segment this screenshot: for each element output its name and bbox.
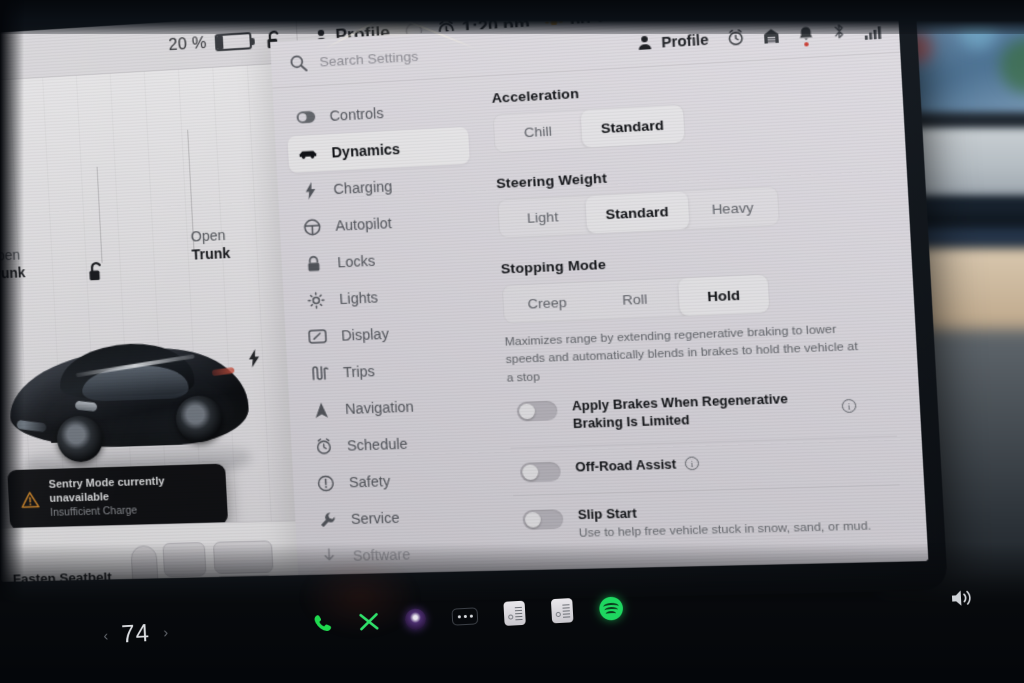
sidebar-item-trips[interactable]: Trips: [299, 349, 482, 392]
sidebar-label: Locks: [336, 252, 376, 271]
temperature-value: 74: [120, 618, 151, 648]
sidebar-label: Controls: [329, 104, 384, 125]
stopping-mode-segmented-control[interactable]: Creep Roll Hold: [501, 273, 771, 325]
search-placeholder: Search Settings: [319, 48, 419, 70]
sidebar-item-navigation[interactable]: Navigation: [301, 386, 484, 429]
sidebar-item-service[interactable]: Service: [307, 497, 490, 539]
alert-title: Sentry Mode currently unavailable: [48, 475, 165, 506]
tesla-x-icon[interactable]: [358, 611, 380, 631]
display-icon: [308, 329, 327, 344]
phone-icon[interactable]: [311, 612, 334, 635]
stopping-option-hold[interactable]: Hold: [678, 274, 770, 316]
car-icon: [298, 148, 317, 160]
acceleration-segmented-control[interactable]: Chill Standard: [492, 103, 686, 154]
app-card-icon[interactable]: [550, 598, 574, 624]
temp-decrease-button[interactable]: ‹: [103, 627, 109, 644]
sidebar-label: Service: [350, 509, 400, 528]
acceleration-title: Acceleration: [491, 85, 580, 106]
steering-weight-title: Steering Weight: [495, 170, 608, 192]
app-card-icon[interactable]: [503, 600, 526, 626]
settings-panel: Search Settings Profile Controls Dynamic…: [270, 4, 929, 576]
more-icon[interactable]: [451, 606, 479, 626]
sidebar-label: Display: [340, 325, 390, 344]
off-road-assist-title: Off-Road Assist: [574, 456, 677, 475]
slip-start-toggle[interactable]: [522, 508, 564, 530]
vehicle-3d-model[interactable]: [0, 317, 264, 484]
stopping-mode-title: Stopping Mode: [500, 256, 607, 277]
acceleration-option-standard[interactable]: Standard: [580, 104, 685, 148]
temperature-control[interactable]: ‹ 74 ›: [71, 610, 313, 652]
search-input[interactable]: Search Settings: [271, 39, 553, 73]
steering-wheel-icon: [302, 218, 321, 236]
battery-percent-label: 20 %: [168, 34, 208, 54]
dock-app-icons: [311, 595, 624, 636]
steering-weight-segmented-control[interactable]: Light Standard Heavy: [497, 185, 780, 239]
trips-icon: [310, 365, 329, 382]
sidebar-item-safety[interactable]: Safety: [305, 460, 488, 502]
touchscreen-display: 20 % Open Trunk Sentry Mode currently un…: [0, 0, 929, 582]
top-shadow: [0, 0, 1024, 34]
notification-dot: [804, 41, 809, 47]
sidebar-label: Safety: [348, 472, 391, 491]
vehicle-visualization-panel: Open Frunk Open Trunk: [0, 64, 299, 582]
camera-icon[interactable]: [404, 607, 427, 630]
unlock-icon[interactable]: [88, 261, 106, 283]
sidebar-label: Dynamics: [331, 140, 401, 161]
settings-sidebar: Controls Dynamics Charging Autopilot Loc…: [273, 77, 503, 575]
person-icon: [639, 35, 652, 50]
sentry-mode-alert[interactable]: Sentry Mode currently unavailable Insuff…: [7, 463, 229, 531]
sidebar-item-schedule[interactable]: Schedule: [303, 423, 486, 466]
off-road-assist-toggle[interactable]: [519, 461, 562, 482]
battery-icon: [214, 32, 252, 52]
toggle-icon: [296, 110, 316, 124]
lock-icon: [304, 254, 323, 272]
open-trunk-button[interactable]: Open Trunk: [190, 227, 230, 264]
apply-brakes-title: Apply Brakes When Regenerative Braking I…: [571, 391, 789, 431]
stopping-option-creep[interactable]: Creep: [503, 282, 592, 323]
battery-status: 20 %: [0, 32, 252, 67]
schedule-clock-icon: [314, 437, 333, 456]
stopping-option-roll[interactable]: Roll: [590, 278, 680, 319]
open-trunk-line-2: Trunk: [191, 244, 231, 263]
sidebar-label: Navigation: [344, 398, 415, 418]
settings-body: Controls Dynamics Charging Autopilot Loc…: [273, 53, 929, 576]
sidebar-label: Charging: [333, 177, 393, 198]
sidebar-label: Trips: [342, 362, 376, 381]
steering-option-light[interactable]: Light: [498, 196, 587, 237]
sidebar-label: Schedule: [346, 435, 409, 454]
search-icon: [289, 54, 307, 72]
info-icon[interactable]: i: [841, 398, 857, 414]
info-icon[interactable]: i: [684, 456, 700, 471]
lightning-bolt-icon: [300, 181, 319, 200]
sidebar-label: Lights: [338, 289, 379, 308]
temp-increase-button[interactable]: ›: [163, 624, 169, 641]
acceleration-option-chill[interactable]: Chill: [494, 110, 583, 152]
sun-icon: [306, 291, 325, 309]
settings-content: Acceleration Chill Standard Steering Wei…: [476, 53, 929, 571]
navigation-arrow-icon: [312, 401, 331, 419]
steering-option-heavy[interactable]: Heavy: [687, 187, 778, 229]
steering-option-standard[interactable]: Standard: [585, 191, 689, 234]
sidebar-label: Autopilot: [334, 214, 393, 234]
screenshot-root: 20 % Open Trunk Sentry Mode currently un…: [0, 0, 1024, 683]
volume-icon[interactable]: [950, 586, 977, 609]
touchscreen-device: 20 % Open Trunk Sentry Mode currently un…: [0, 0, 949, 610]
wrench-icon: [318, 511, 337, 529]
apply-brakes-toggle[interactable]: [516, 400, 558, 422]
safety-info-icon: [316, 474, 335, 492]
open-trunk-line-1: Open: [190, 226, 226, 245]
screen-bezel: 20 % Open Trunk Sentry Mode currently un…: [0, 0, 949, 610]
spotify-icon[interactable]: [598, 595, 624, 621]
